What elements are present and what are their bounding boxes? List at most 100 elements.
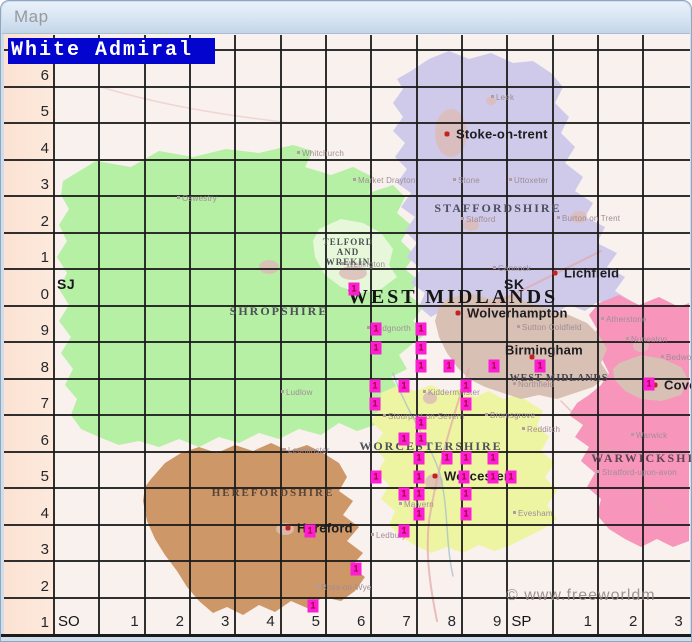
city-dot: [456, 311, 461, 316]
record-marker[interactable]: 1: [459, 471, 470, 484]
record-marker[interactable]: 1: [461, 398, 472, 411]
bottom-axis-label: 9: [464, 612, 501, 631]
town-label: Redditch: [522, 425, 560, 434]
left-axis-label: 0: [7, 285, 49, 304]
town-label: Oswestry: [177, 194, 217, 203]
town-dot: [281, 390, 284, 393]
county-label: WORCESTERSHIRE: [359, 439, 502, 454]
town-label: Ludlow: [281, 388, 313, 397]
grid-line-v: [144, 35, 146, 634]
left-axis-label: 1: [7, 613, 49, 632]
left-axis-label: 5: [7, 467, 49, 486]
town-dot: [461, 217, 464, 220]
bottom-axis-label: SP: [511, 612, 548, 631]
town-dot: [283, 448, 286, 451]
town-dot: [626, 337, 629, 340]
record-marker[interactable]: 1: [399, 488, 410, 501]
town-dot: [353, 178, 356, 181]
record-marker[interactable]: 1: [305, 525, 316, 538]
record-marker[interactable]: 1: [399, 525, 410, 538]
record-marker[interactable]: 1: [414, 488, 425, 501]
town-dot: [522, 427, 525, 430]
record-marker[interactable]: 1: [461, 488, 472, 501]
record-marker[interactable]: 1: [371, 323, 382, 336]
record-marker[interactable]: 1: [349, 283, 360, 296]
town-dot: [509, 178, 512, 181]
bottom-axis-label: 1: [555, 612, 592, 631]
record-marker[interactable]: 1: [488, 471, 499, 484]
record-marker[interactable]: 1: [444, 360, 455, 373]
left-axis-label: 6: [7, 66, 49, 85]
bottom-axis-label: 6: [328, 612, 365, 631]
town-label: Bromsgrove: [485, 411, 535, 420]
grid-square-label: SJ: [57, 276, 75, 292]
record-marker[interactable]: 1: [371, 342, 382, 355]
left-axis-label: 6: [7, 431, 49, 450]
grid-line-v: [234, 35, 236, 634]
record-marker[interactable]: 1: [461, 508, 472, 521]
record-marker[interactable]: 1: [416, 417, 427, 430]
grid-line-v: [461, 35, 463, 634]
town-label: Burton on Trent: [557, 214, 620, 223]
town-label: Atherstone: [601, 315, 647, 324]
city-label: Lichfield: [564, 266, 619, 281]
record-marker[interactable]: 1: [644, 378, 655, 391]
record-marker[interactable]: 1: [308, 600, 319, 613]
record-marker[interactable]: 1: [506, 471, 517, 484]
town-dot: [316, 585, 319, 588]
record-marker[interactable]: 1: [416, 360, 427, 373]
county-label: TELFORD: [323, 237, 374, 247]
town-label: Nuneaton: [626, 335, 667, 344]
record-marker[interactable]: 1: [351, 563, 362, 576]
record-marker[interactable]: 1: [370, 398, 381, 411]
record-marker[interactable]: 1: [399, 380, 410, 393]
record-marker[interactable]: 1: [535, 360, 546, 373]
city-label: Coventry: [664, 378, 692, 393]
county-label: AND: [337, 247, 360, 257]
town-dot: [341, 262, 344, 265]
bottom-axis-label: 3: [192, 612, 229, 631]
record-marker[interactable]: 1: [461, 452, 472, 465]
record-marker[interactable]: 1: [442, 452, 453, 465]
bottom-axis-label: 2: [600, 612, 637, 631]
left-axis-label: 4: [7, 139, 49, 158]
town-label: Market Drayton: [353, 176, 415, 185]
record-marker[interactable]: 1: [371, 471, 382, 484]
town-dot: [601, 317, 604, 320]
left-axis-label: 3: [7, 175, 49, 194]
grid-line-v: [325, 35, 327, 634]
record-marker[interactable]: 1: [461, 380, 472, 393]
city-label: Stoke-on-trent: [456, 127, 548, 142]
record-marker[interactable]: 1: [488, 452, 499, 465]
bottom-axis-label: 4: [237, 612, 274, 631]
town-dot: [399, 502, 402, 505]
town-label: Stone: [453, 176, 480, 185]
record-marker[interactable]: 1: [399, 433, 410, 446]
grid-line-h: [4, 86, 690, 88]
city-dot: [286, 526, 291, 531]
grid-line-v: [506, 35, 508, 634]
left-axis-label: 5: [7, 102, 49, 121]
bottom-axis-label: 2: [147, 612, 184, 631]
record-marker[interactable]: 1: [416, 323, 427, 336]
city-label: Birmingham: [505, 343, 583, 358]
grid-line-v: [597, 35, 599, 634]
city-label: Worcester: [444, 469, 509, 484]
record-marker[interactable]: 1: [416, 433, 427, 446]
town-dot: [513, 382, 516, 385]
county-label: SHROPSHIRE: [230, 304, 329, 319]
town-dot: [517, 325, 520, 328]
record-marker[interactable]: 1: [370, 380, 381, 393]
town-dot: [453, 178, 456, 181]
record-marker[interactable]: 1: [489, 360, 500, 373]
record-marker[interactable]: 1: [414, 471, 425, 484]
record-marker[interactable]: 1: [414, 508, 425, 521]
town-label: Sutton Coldfield: [517, 323, 582, 332]
species-label[interactable]: White Admiral: [8, 38, 215, 64]
record-marker[interactable]: 1: [414, 452, 425, 465]
town-label: Ross-on-Wye: [316, 583, 372, 592]
city-dot: [553, 271, 558, 276]
town-label: Stafford: [461, 215, 495, 224]
town-dot: [485, 413, 488, 416]
record-marker[interactable]: 1: [416, 342, 427, 355]
